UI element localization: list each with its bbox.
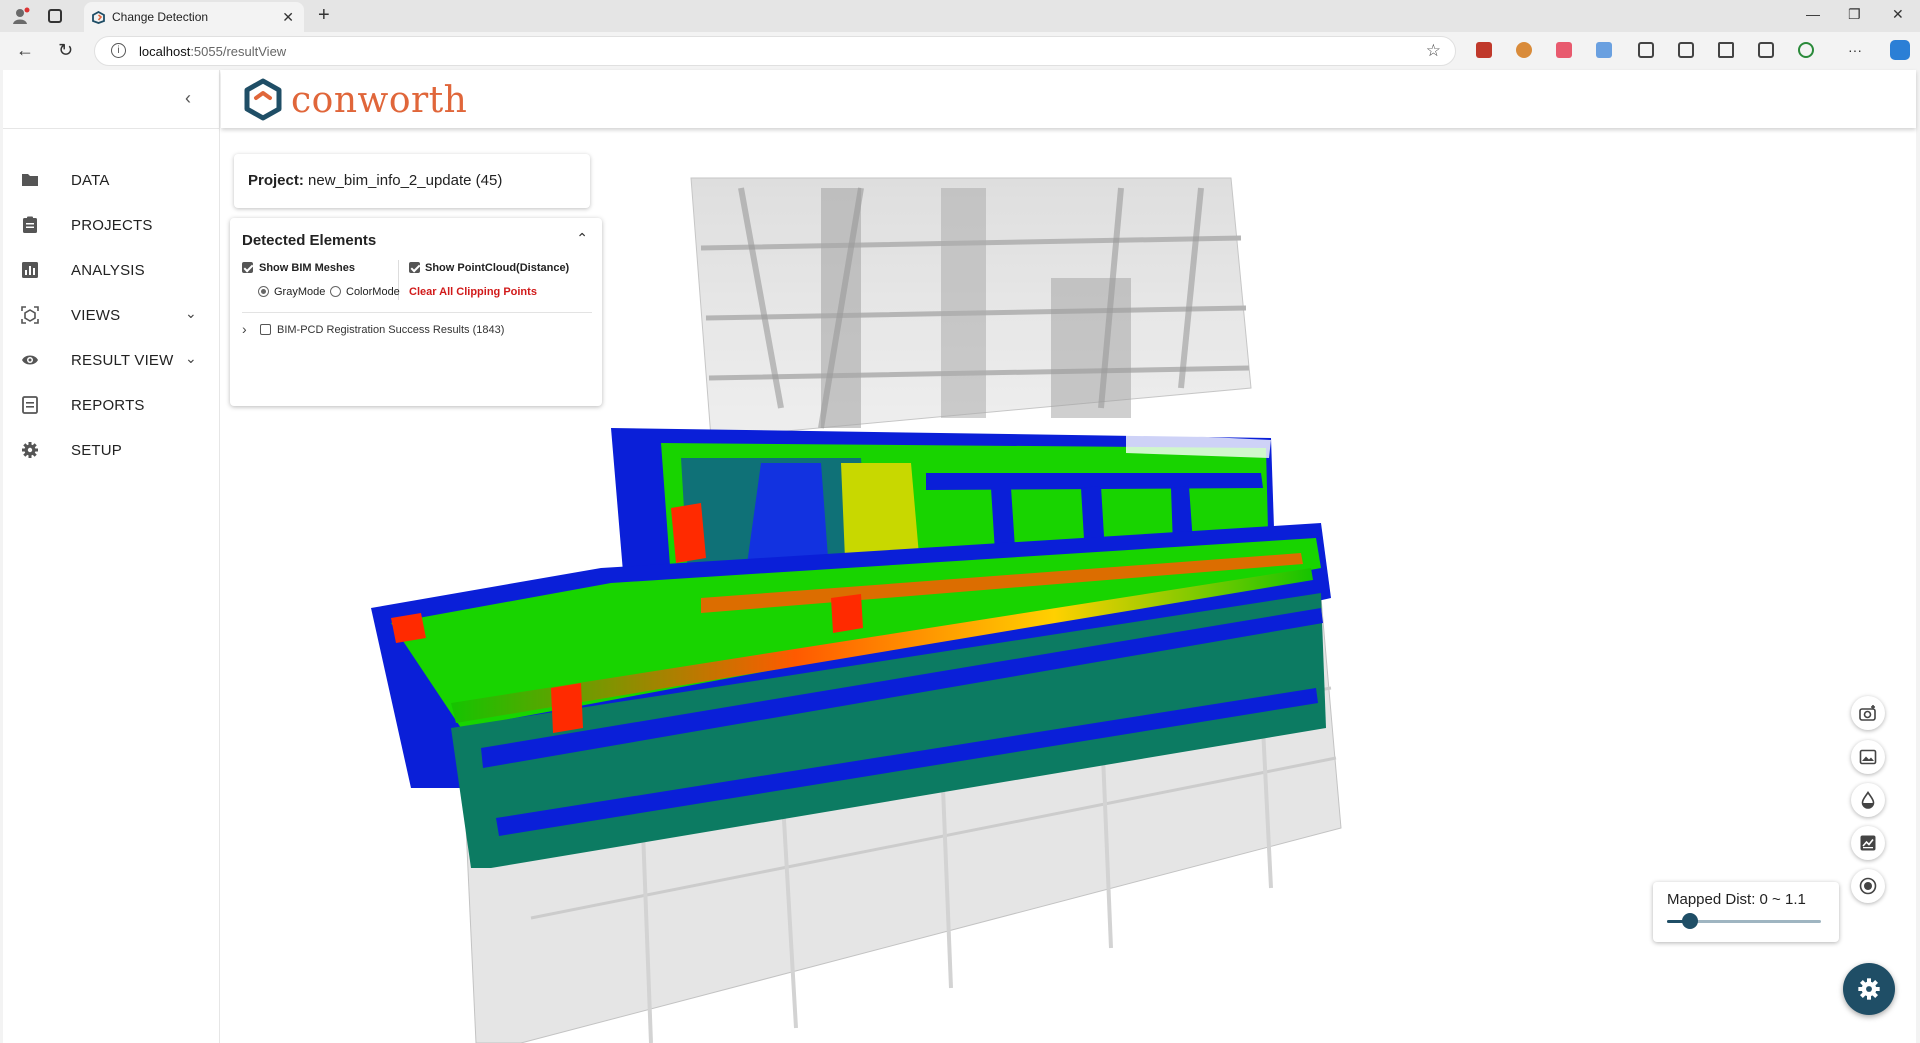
sidebar-item-reports[interactable]: REPORTS (3, 385, 220, 425)
extensions-puzzle-icon[interactable] (1638, 42, 1654, 58)
sidebar: ‹ DATA PROJECTS ANALYSIS VIEWS ⌄ RESULT … (3, 70, 220, 1043)
chevron-down-icon[interactable]: ⌄ (185, 305, 197, 322)
close-tab-icon[interactable]: ✕ (282, 9, 294, 26)
copilot-icon[interactable] (1890, 40, 1910, 60)
sidebar-item-views[interactable]: VIEWS ⌄ (3, 295, 220, 335)
distance-slider[interactable] (1667, 913, 1821, 929)
extension-icon[interactable] (1556, 42, 1572, 58)
favorite-star-icon[interactable]: ☆ (1426, 41, 1441, 61)
colormode-radio[interactable] (330, 286, 341, 297)
expand-tree-icon[interactable]: › (242, 321, 247, 337)
detected-elements-title: Detected Elements (242, 232, 377, 249)
tab-actions-icon[interactable] (48, 9, 62, 23)
project-name: new_bim_info_2_update (45) (308, 172, 503, 189)
sidebar-item-projects[interactable]: PROJECTS (3, 205, 220, 245)
logo-mark-icon (244, 78, 282, 121)
collapse-panel-icon[interactable]: ⌃ (576, 230, 588, 247)
extension-icon[interactable] (1516, 42, 1532, 58)
show-bim-label[interactable]: Show BIM Meshes (259, 262, 355, 274)
sidebar-item-label: VIEWS (71, 307, 121, 324)
settings-fab-button[interactable] (1843, 963, 1895, 1015)
clipboard-icon (23, 216, 37, 233)
navigation-bar: ← ↻ i localhost:5055/resultView ☆ ··· (0, 32, 1920, 70)
favicon-icon (92, 11, 105, 24)
drop-icon (1861, 791, 1875, 809)
statistics-button[interactable] (1851, 826, 1885, 860)
registration-results-label[interactable]: BIM-PCD Registration Success Results (18… (277, 324, 504, 336)
extension-icon[interactable] (1476, 42, 1492, 58)
logo-text: conworth (291, 79, 468, 121)
sidebar-divider (3, 128, 220, 129)
collapse-sidebar-icon[interactable]: ‹ (185, 88, 191, 109)
restore-icon[interactable]: ❐ (1848, 6, 1861, 23)
more-options-icon[interactable]: ··· (1848, 42, 1862, 58)
slider-thumb[interactable] (1682, 913, 1699, 929)
add-camera-icon (1859, 705, 1876, 721)
image-capture-button[interactable] (1851, 740, 1885, 774)
address-host: localhost (139, 43, 191, 59)
minimize-icon[interactable]: — (1806, 6, 1820, 22)
sidebar-item-data[interactable]: DATA (3, 160, 220, 200)
show-pointcloud-checkbox[interactable] (409, 262, 420, 273)
sidebar-item-label: REPORTS (71, 397, 145, 414)
bim-mesh-upper (690, 177, 1252, 439)
extension-icon[interactable] (1596, 42, 1612, 58)
add-camera-button[interactable] (1851, 696, 1885, 730)
sidebar-item-label: PROJECTS (71, 217, 153, 234)
profile-icon[interactable] (12, 7, 30, 25)
3d-viewport[interactable]: Project: new_bim_info_2_update (45) Dete… (221, 128, 1916, 1043)
graymode-radio[interactable] (258, 286, 269, 297)
gear-icon (1858, 978, 1880, 1000)
sidebar-item-label: RESULT VIEW (71, 352, 174, 369)
close-window-icon[interactable]: ✕ (1892, 6, 1904, 23)
record-icon (1859, 877, 1877, 895)
tab-change-detection[interactable]: Change Detection ✕ (84, 2, 304, 32)
app-root: ‹ DATA PROJECTS ANALYSIS VIEWS ⌄ RESULT … (3, 70, 1916, 1043)
back-icon[interactable]: ← (16, 40, 34, 61)
sidebar-item-label: DATA (71, 172, 110, 189)
graymode-label[interactable]: GrayMode (274, 286, 325, 298)
sidebar-item-label: SETUP (71, 442, 123, 459)
panel-divider (242, 312, 592, 313)
show-pointcloud-label[interactable]: Show PointCloud(Distance) (425, 262, 569, 274)
address-path: :5055/resultView (190, 43, 287, 59)
address-bar[interactable]: i localhost:5055/resultView ☆ (94, 36, 1456, 66)
mapped-distance-label: Mapped Dist: 0 ~ 1.1 (1667, 891, 1806, 908)
chevron-down-icon[interactable]: ⌄ (185, 350, 197, 367)
gear-icon (22, 442, 38, 458)
bar-chart-icon (22, 262, 38, 278)
3d-view-icon (21, 306, 39, 324)
image-icon (1859, 749, 1877, 765)
registration-results-checkbox[interactable] (260, 324, 271, 335)
colormode-label[interactable]: ColorMode (346, 286, 400, 298)
sidebar-item-label: ANALYSIS (71, 262, 145, 279)
refresh-icon[interactable]: ↻ (58, 40, 73, 61)
browser-essentials-icon[interactable] (1798, 42, 1814, 58)
conworth-logo[interactable]: conworth (243, 78, 467, 122)
project-label: Project: (248, 172, 304, 189)
project-card: Project: new_bim_info_2_update (45) (234, 154, 590, 208)
sidebar-item-setup[interactable]: SETUP (3, 430, 220, 470)
detected-elements-panel: Detected Elements ⌃ Show BIM Meshes Show… (230, 218, 602, 406)
site-info-icon[interactable]: i (111, 43, 126, 58)
report-icon (22, 396, 38, 414)
eye-icon (22, 355, 38, 365)
favorites-icon[interactable] (1718, 42, 1734, 58)
new-tab-icon[interactable]: + (318, 4, 330, 27)
sidebar-item-result-view[interactable]: RESULT VIEW ⌄ (3, 340, 220, 380)
folder-icon (22, 174, 38, 186)
sidebar-item-analysis[interactable]: ANALYSIS (3, 250, 220, 290)
clear-clipping-points-button[interactable]: Clear All Clipping Points (409, 286, 537, 298)
app-header: conworth (221, 70, 1916, 128)
split-screen-icon[interactable] (1678, 42, 1694, 58)
tab-bar: Change Detection ✕ + — ❐ ✕ (0, 0, 1920, 32)
tab-title: Change Detection (112, 10, 209, 24)
color-drop-button[interactable] (1851, 783, 1885, 817)
show-bim-checkbox[interactable] (242, 262, 253, 273)
collections-icon[interactable] (1758, 42, 1774, 58)
mapped-distance-card: Mapped Dist: 0 ~ 1.1 (1653, 882, 1839, 942)
record-button[interactable] (1851, 869, 1885, 903)
chart-icon (1860, 835, 1876, 851)
browser-chrome: Change Detection ✕ + — ❐ ✕ ← ↻ i localho… (0, 0, 1920, 70)
